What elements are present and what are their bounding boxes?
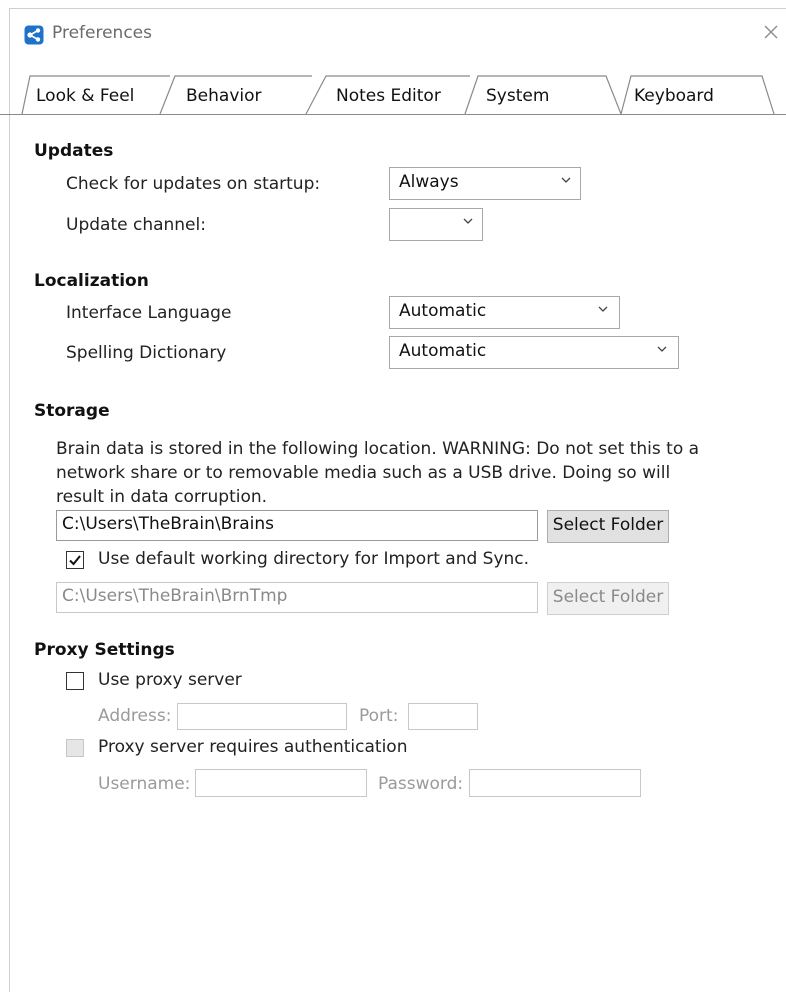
use-default-dir-checkbox[interactable] (66, 551, 84, 569)
select-folder-label: Select Folder (552, 515, 664, 535)
working-dir-path-value: C:\Users\TheBrain\BrnTmp (62, 586, 288, 606)
select-folder-button[interactable]: Select Folder (547, 510, 669, 543)
tab-system[interactable]: System (486, 86, 549, 106)
interface-language-dropdown[interactable]: Automatic (389, 296, 620, 329)
tab-baseline (0, 114, 786, 115)
proxy-username-input (195, 769, 367, 797)
brain-data-path-value: C:\Users\TheBrain\Brains (62, 514, 274, 534)
proxy-port-input (408, 703, 478, 730)
use-default-dir-label: Use default working directory for Import… (98, 549, 530, 569)
spelling-dictionary-label: Spelling Dictionary (66, 343, 227, 363)
tab-keyboard[interactable]: Keyboard (634, 86, 714, 106)
interface-language-value: Automatic (399, 301, 487, 321)
use-proxy-checkbox[interactable] (66, 672, 84, 690)
tab-behavior[interactable]: Behavior (186, 86, 262, 106)
chevron-down-icon (657, 346, 667, 352)
username-label: Username: (98, 774, 191, 794)
working-dir-select-folder-button: Select Folder (547, 582, 669, 615)
chevron-down-icon (561, 177, 571, 183)
working-dir-select-folder-label: Select Folder (552, 587, 664, 607)
checkmark-icon (69, 555, 81, 566)
proxy-password-input (469, 769, 641, 797)
check-updates-dropdown[interactable]: Always (389, 167, 581, 200)
localization-section-title: Localization (34, 271, 149, 291)
brain-data-path-input[interactable]: C:\Users\TheBrain\Brains (56, 510, 538, 541)
check-updates-label: Check for updates on startup: (66, 174, 321, 194)
proxy-section-title: Proxy Settings (34, 640, 175, 660)
proxy-auth-label: Proxy server requires authentication (98, 737, 408, 757)
address-label: Address: (98, 706, 172, 726)
chevron-down-icon (598, 306, 608, 312)
chevron-down-icon (463, 218, 473, 224)
password-label: Password: (378, 774, 464, 794)
port-label: Port: (359, 706, 399, 726)
tab-notes-editor[interactable]: Notes Editor (336, 86, 441, 106)
spelling-dictionary-value: Automatic (399, 341, 487, 361)
update-channel-label: Update channel: (66, 215, 206, 235)
proxy-address-input (177, 703, 347, 730)
check-updates-value: Always (399, 172, 459, 192)
update-channel-dropdown[interactable] (389, 208, 483, 241)
spelling-dictionary-dropdown[interactable]: Automatic (389, 336, 679, 369)
tab-look-and-feel[interactable]: Look & Feel (36, 86, 134, 106)
storage-description-line: Brain data is stored in the following lo… (56, 439, 700, 459)
working-dir-path-input: C:\Users\TheBrain\BrnTmp (56, 582, 538, 613)
tab-strip: Look & Feel Behavior Notes Editor System… (0, 0, 786, 120)
interface-language-label: Interface Language (66, 303, 232, 323)
storage-section-title: Storage (34, 401, 110, 421)
storage-description: Brain data is stored in the following lo… (56, 437, 716, 509)
storage-description-line: result in data corruption. (56, 487, 268, 507)
storage-description-line: network share or to removable media such… (56, 463, 671, 483)
proxy-auth-checkbox (66, 739, 84, 757)
updates-section-title: Updates (34, 141, 114, 161)
use-proxy-label: Use proxy server (98, 670, 242, 690)
